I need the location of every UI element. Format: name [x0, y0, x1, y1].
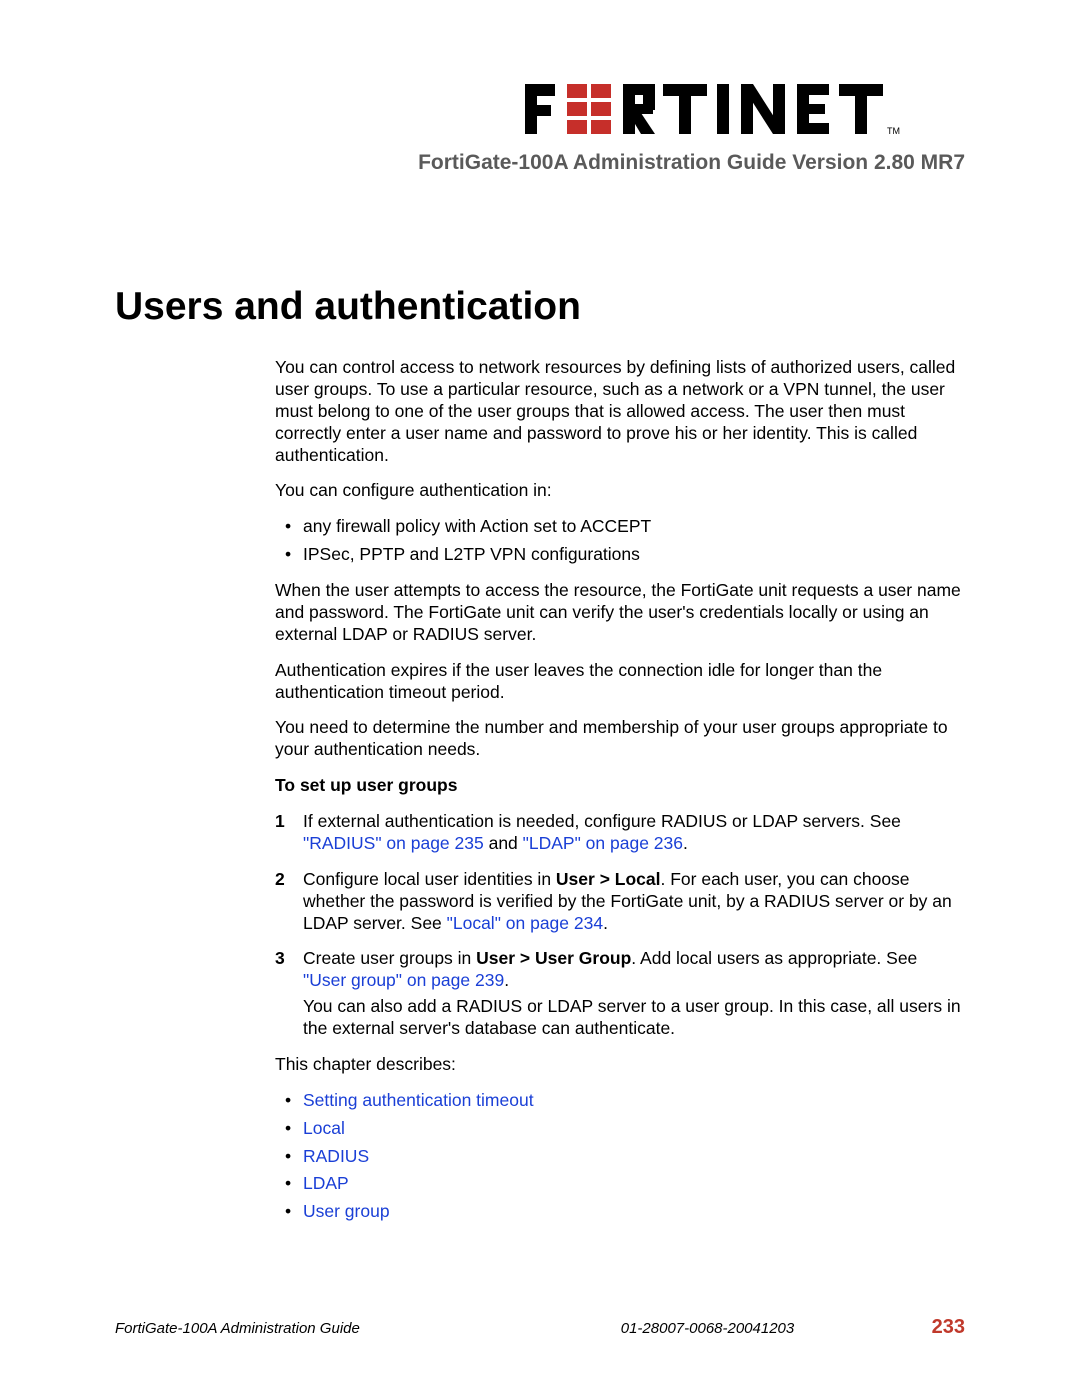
config-bullets: any firewall policy with Action set to A…: [275, 516, 965, 566]
step-text: Configure local user identities in: [303, 869, 556, 889]
step-text: Create user groups in: [303, 948, 476, 968]
page: TM FortiGate-100A Administration Guide V…: [0, 0, 1080, 1397]
bullet-item: LDAP: [275, 1173, 965, 1195]
bullet-item: RADIUS: [275, 1146, 965, 1168]
link-ldap-page[interactable]: "LDAP" on page 236: [523, 833, 683, 853]
para-determine: You need to determine the number and mem…: [275, 717, 965, 761]
link-usergroup-page[interactable]: "User group" on page 239: [303, 970, 504, 990]
page-footer: FortiGate-100A Administration Guide 01-2…: [115, 1316, 965, 1339]
doc-subtitle: FortiGate-100A Administration Guide Vers…: [115, 151, 965, 175]
para-attempt: When the user attempts to access the res…: [275, 580, 965, 646]
setup-steps: 1 If external authentication is needed, …: [275, 811, 965, 1040]
step-text: .: [683, 833, 688, 853]
page-number: 233: [905, 1316, 965, 1339]
menu-path: User > User Group: [476, 948, 631, 968]
setup-heading: To set up user groups: [275, 775, 965, 797]
menu-path: User > Local: [556, 869, 661, 889]
step-text: .: [603, 913, 608, 933]
bullet-item: Local: [275, 1118, 965, 1140]
step-item: 2 Configure local user identities in Use…: [275, 869, 965, 935]
link-radius-page[interactable]: "RADIUS" on page 235: [303, 833, 484, 853]
footer-mid: 01-28007-0068-20041203: [510, 1320, 905, 1337]
step-number: 3: [275, 948, 285, 970]
step-subpara: You can also add a RADIUS or LDAP server…: [303, 996, 965, 1040]
para-expire: Authentication expires if the user leave…: [275, 660, 965, 704]
step-item: 3 Create user groups in User > User Grou…: [275, 948, 965, 1040]
step-text: If external authentication is needed, co…: [303, 811, 901, 831]
link-ldap[interactable]: LDAP: [303, 1173, 349, 1193]
chapter-links-list: Setting authentication timeout Local RAD…: [275, 1090, 965, 1223]
step-number: 2: [275, 869, 285, 891]
link-local[interactable]: Local: [303, 1118, 345, 1138]
link-usergroup[interactable]: User group: [303, 1201, 390, 1221]
link-radius[interactable]: RADIUS: [303, 1146, 369, 1166]
bullet-item: Setting authentication timeout: [275, 1090, 965, 1112]
link-local-page[interactable]: "Local" on page 234: [447, 913, 603, 933]
chapter-title: Users and authentication: [115, 285, 965, 329]
svg-text:TM: TM: [887, 126, 900, 136]
logo-wrap: TM: [115, 80, 965, 143]
para-config-in: You can configure authentication in:: [275, 480, 965, 502]
para-intro: You can control access to network resour…: [275, 357, 965, 466]
step-text: and: [484, 833, 523, 853]
footer-left: FortiGate-100A Administration Guide: [115, 1320, 510, 1337]
step-number: 1: [275, 811, 285, 833]
step-text: . Add local users as appropriate. See: [631, 948, 917, 968]
step-item: 1 If external authentication is needed, …: [275, 811, 965, 855]
link-auth-timeout[interactable]: Setting authentication timeout: [303, 1090, 534, 1110]
step-text: .: [504, 970, 509, 990]
bullet-item: IPSec, PPTP and L2TP VPN configurations: [275, 544, 965, 566]
para-describes: This chapter describes:: [275, 1054, 965, 1076]
bullet-item: any firewall policy with Action set to A…: [275, 516, 965, 538]
fortinet-logo: TM: [525, 80, 965, 138]
body-content: You can control access to network resour…: [275, 357, 965, 1223]
bullet-item: User group: [275, 1201, 965, 1223]
